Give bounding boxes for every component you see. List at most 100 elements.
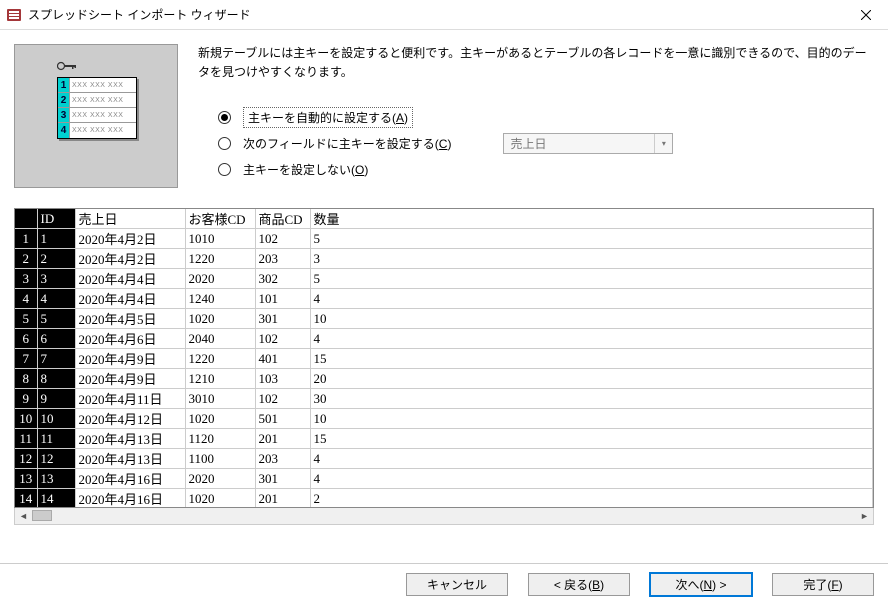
- radio-choose-key-label[interactable]: 次のフィールドに主キーを設定する(C): [243, 135, 451, 152]
- row-number: 3: [15, 269, 37, 289]
- col-header-qty[interactable]: 数量: [310, 209, 873, 229]
- close-button[interactable]: [843, 0, 888, 30]
- cell-id: 7: [37, 349, 75, 369]
- row-number: 8: [15, 369, 37, 389]
- radio-no-key[interactable]: [218, 163, 231, 176]
- scroll-thumb[interactable]: [32, 510, 52, 521]
- cell-prod: 203: [255, 449, 310, 469]
- cell-date: 2020年4月5日: [75, 309, 185, 329]
- finish-button[interactable]: 完了(F): [772, 573, 874, 596]
- table-row[interactable]: 332020年4月4日20203025: [15, 269, 873, 289]
- radio-no-key-label[interactable]: 主キーを設定しない(O): [243, 161, 368, 178]
- cell-date: 2020年4月13日: [75, 429, 185, 449]
- row-number: 11: [15, 429, 37, 449]
- radio-auto-key-label[interactable]: 主キーを自動的に設定する(A): [243, 107, 413, 128]
- cell-qty: 2: [310, 489, 873, 509]
- cell-id: 5: [37, 309, 75, 329]
- row-number: 9: [15, 389, 37, 409]
- key-field-combo[interactable]: 売上日 ▾: [503, 133, 673, 154]
- table-row[interactable]: 112020年4月2日10101025: [15, 229, 873, 249]
- scroll-right-icon[interactable]: ►: [856, 508, 873, 524]
- radio-choose-key[interactable]: [218, 137, 231, 150]
- cell-qty: 5: [310, 229, 873, 249]
- table-row[interactable]: 552020年4月5日102030110: [15, 309, 873, 329]
- back-button[interactable]: < 戻る(B): [528, 573, 630, 596]
- cell-date: 2020年4月12日: [75, 409, 185, 429]
- table-row[interactable]: 10102020年4月12日102050110: [15, 409, 873, 429]
- cell-qty: 4: [310, 449, 873, 469]
- cell-cust: 1020: [185, 309, 255, 329]
- scroll-left-icon[interactable]: ◄: [15, 508, 32, 524]
- cell-cust: 3010: [185, 389, 255, 409]
- row-number: 12: [15, 449, 37, 469]
- data-preview-grid[interactable]: ID 売上日 お客様CD 商品CD 数量 112020年4月2日10101025…: [14, 208, 874, 508]
- cell-cust: 1220: [185, 349, 255, 369]
- col-header-prod[interactable]: 商品CD: [255, 209, 310, 229]
- table-row[interactable]: 13132020年4月16日20203014: [15, 469, 873, 489]
- cell-cust: 1210: [185, 369, 255, 389]
- cell-id: 11: [37, 429, 75, 449]
- cell-cust: 1240: [185, 289, 255, 309]
- horizontal-scrollbar[interactable]: ◄ ►: [14, 508, 874, 525]
- row-number: 5: [15, 309, 37, 329]
- cell-date: 2020年4月9日: [75, 369, 185, 389]
- primary-key-radio-group: 主キーを自動的に設定する(A) 次のフィールドに主キーを設定する(C) 売上日 …: [198, 104, 874, 182]
- cell-id: 1: [37, 229, 75, 249]
- key-illustration: 1XXX XXX XXX 2XXX XXX XXX 3XXX XXX XXX 4…: [14, 44, 178, 188]
- cell-qty: 5: [310, 269, 873, 289]
- cell-qty: 4: [310, 289, 873, 309]
- cancel-button[interactable]: キャンセル: [406, 573, 508, 596]
- col-header-id[interactable]: ID: [37, 209, 75, 229]
- cell-date: 2020年4月4日: [75, 289, 185, 309]
- cell-qty: 20: [310, 369, 873, 389]
- combo-value: 売上日: [510, 135, 546, 152]
- cell-prod: 203: [255, 249, 310, 269]
- cell-cust: 2020: [185, 469, 255, 489]
- options-pane: 新規テーブルには主キーを設定すると便利です。主キーがあるとテーブルの各レコードを…: [198, 44, 874, 188]
- cell-date: 2020年4月6日: [75, 329, 185, 349]
- upper-pane: 1XXX XXX XXX 2XXX XXX XXX 3XXX XXX XXX 4…: [14, 44, 874, 188]
- cell-date: 2020年4月4日: [75, 269, 185, 289]
- table-row[interactable]: 772020年4月9日122040115: [15, 349, 873, 369]
- table-row[interactable]: 662020年4月6日20401024: [15, 329, 873, 349]
- scroll-track[interactable]: [32, 508, 856, 524]
- cell-cust: 1010: [185, 229, 255, 249]
- cell-id: 2: [37, 249, 75, 269]
- table-row[interactable]: 992020年4月11日301010230: [15, 389, 873, 409]
- grid-header-row: ID 売上日 お客様CD 商品CD 数量: [15, 209, 873, 229]
- col-header-rownum[interactable]: [15, 209, 37, 229]
- titlebar: スプレッドシート インポート ウィザード: [0, 0, 888, 30]
- table-row[interactable]: 882020年4月9日121010320: [15, 369, 873, 389]
- cell-date: 2020年4月16日: [75, 489, 185, 509]
- col-header-cust[interactable]: お客様CD: [185, 209, 255, 229]
- cell-prod: 102: [255, 389, 310, 409]
- cell-qty: 3: [310, 249, 873, 269]
- cell-cust: 2020: [185, 269, 255, 289]
- description-text: 新規テーブルには主キーを設定すると便利です。主キーがあるとテーブルの各レコードを…: [198, 44, 874, 82]
- table-row[interactable]: 11112020年4月13日112020115: [15, 429, 873, 449]
- cell-qty: 15: [310, 349, 873, 369]
- cell-prod: 102: [255, 229, 310, 249]
- cell-cust: 1020: [185, 489, 255, 509]
- table-row[interactable]: 12122020年4月13日11002034: [15, 449, 873, 469]
- table-row[interactable]: 222020年4月2日12202033: [15, 249, 873, 269]
- cell-id: 13: [37, 469, 75, 489]
- cell-qty: 10: [310, 409, 873, 429]
- cell-id: 14: [37, 489, 75, 509]
- cell-qty: 4: [310, 469, 873, 489]
- row-number: 10: [15, 409, 37, 429]
- row-number: 2: [15, 249, 37, 269]
- cell-qty: 4: [310, 329, 873, 349]
- next-button[interactable]: 次へ(N) >: [650, 573, 752, 596]
- radio-auto-key[interactable]: [218, 111, 231, 124]
- col-header-date[interactable]: 売上日: [75, 209, 185, 229]
- cell-id: 10: [37, 409, 75, 429]
- window-title: スプレッドシート インポート ウィザード: [28, 6, 843, 23]
- table-row[interactable]: 442020年4月4日12401014: [15, 289, 873, 309]
- row-number: 14: [15, 489, 37, 509]
- cell-prod: 401: [255, 349, 310, 369]
- cell-prod: 302: [255, 269, 310, 289]
- cell-date: 2020年4月2日: [75, 229, 185, 249]
- cell-qty: 15: [310, 429, 873, 449]
- table-row[interactable]: 14142020年4月16日10202012: [15, 489, 873, 509]
